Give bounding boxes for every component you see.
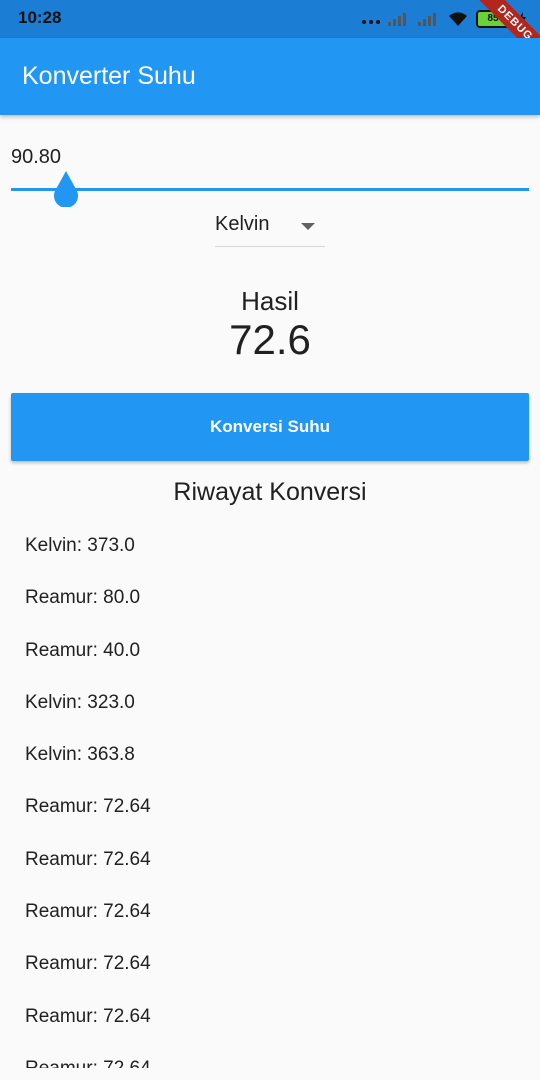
history-list[interactable]: Kelvin: 373.0 Reamur: 80.0 Reamur: 40.0 … bbox=[0, 520, 540, 1068]
result-value: 72.6 bbox=[229, 316, 311, 363]
history-item: Reamur: 40.0 bbox=[25, 639, 141, 661]
dropdown-arrow-icon bbox=[301, 223, 315, 230]
history-item: Kelvin: 363.8 bbox=[25, 744, 135, 766]
history-item: Reamur: 72.64 bbox=[0, 1043, 540, 1068]
history-item: Reamur: 72.64 bbox=[25, 796, 151, 818]
history-item: Kelvin: 373.0 bbox=[25, 535, 135, 556]
app-title: Konverter Suhu bbox=[22, 62, 196, 90]
history-item: Kelvin: 323.0 bbox=[25, 691, 135, 713]
slider-thumb[interactable] bbox=[51, 171, 81, 207]
slider-value-label: 90.80 bbox=[11, 146, 62, 168]
wifi-icon bbox=[449, 12, 467, 26]
signal-icon-2 bbox=[418, 13, 436, 26]
result-label: Hasil bbox=[241, 286, 299, 316]
history-item: Reamur: 72.64 bbox=[25, 1005, 151, 1027]
unit-dropdown[interactable]: Kelvin bbox=[215, 208, 325, 247]
app-bar: Konverter Suhu bbox=[0, 38, 540, 115]
status-bar: 10:28 85 DEBUG bbox=[0, 0, 540, 69]
history-title: Riwayat Konversi bbox=[173, 478, 367, 506]
history-item: Reamur: 72.64 bbox=[25, 901, 151, 923]
dropdown-selected-value: Kelvin bbox=[215, 213, 270, 235]
temperature-slider-track[interactable] bbox=[11, 188, 529, 191]
history-item: Reamur: 72.64 bbox=[25, 848, 151, 870]
history-item: Reamur: 72.64 bbox=[25, 953, 151, 975]
more-dots-icon bbox=[362, 14, 380, 24]
status-time: 10:28 bbox=[18, 8, 62, 27]
history-item: Reamur: 80.0 bbox=[25, 587, 141, 609]
convert-button[interactable]: Konversi Suhu bbox=[11, 393, 529, 461]
signal-icon bbox=[388, 13, 406, 26]
